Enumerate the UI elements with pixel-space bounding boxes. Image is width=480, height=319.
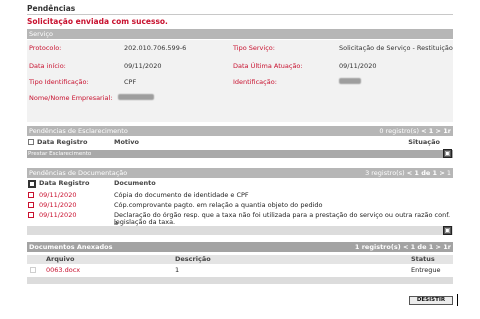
servico-header: Serviço: [27, 29, 453, 39]
row-date-link[interactable]: 09/11/2020: [39, 211, 76, 219]
esclarecimento-col-motivo: Motivo: [114, 138, 139, 146]
anexados-pager: 1 registro(s) < 1 de 1 > 1r: [355, 242, 451, 252]
documentacao-row: 09/11/2020 Cópia do documento de identid…: [27, 191, 453, 200]
anexo-file-link[interactable]: 0063.docx: [46, 266, 80, 274]
row-checkbox[interactable]: [28, 202, 34, 208]
anexados-row: 0063.docx 1 Entregue: [27, 265, 453, 275]
documentacao-header: Pendências de Documentação 3 registro(s)…: [27, 168, 453, 178]
esclarecimento-pager-nav[interactable]: < 1 > 1r: [421, 127, 451, 135]
documentacao-footer: [27, 226, 453, 235]
esclarecimento-header-label: Pendências de Esclarecimento: [29, 127, 128, 135]
nome-label: Nome/Nome Empresarial:: [29, 94, 113, 102]
documentacao-pager: 3 registro(s) < 1 de 1 > 1: [365, 168, 451, 178]
row-checkbox[interactable]: [28, 192, 34, 198]
anexados-col-status: Status: [411, 255, 435, 263]
esclarecimento-col-situacao: Situação: [408, 138, 440, 146]
documentacao-row: 09/11/2020 Cóp.comprovante pagto. em rel…: [27, 201, 453, 210]
page-title: Pendências: [27, 4, 76, 13]
anexados-table-header: Arquivo Descrição Status: [27, 255, 453, 264]
esclarecimento-pager: 0 registro(s) < 1 > 1r: [379, 126, 451, 136]
row-checkbox[interactable]: [30, 267, 36, 273]
documentacao-col-data: Data Registro: [39, 179, 90, 187]
anexados-pager-nav[interactable]: < 1 de 1 >: [403, 243, 441, 251]
esclarecimento-header: Pendências de Esclarecimento 0 registro(…: [27, 126, 453, 136]
identificacao-redacted: [339, 78, 361, 84]
identificacao-label: Identificação:: [233, 78, 277, 86]
row-document: Cópia do documento de identidade e CPF: [114, 191, 249, 199]
anexados-pager-extra: 1r: [443, 243, 451, 251]
title-divider: [27, 14, 453, 15]
esclarecimento-pager-count: 0 registro(s): [379, 127, 422, 135]
anexados-col-arquivo: Arquivo: [46, 255, 75, 263]
documentacao-pager-count: 3 registro(s): [365, 169, 405, 177]
protocolo-value: 202.010.706.599-6: [124, 44, 187, 52]
row-document-continuation: legislação da taxa.: [114, 218, 176, 226]
row-checkbox[interactable]: [28, 212, 34, 218]
nome-redacted: [118, 94, 154, 100]
tipo-servico-value: Solicitação de Serviço - Restituição: [339, 44, 453, 52]
anexados-header-label: Documentos Anexados: [29, 243, 113, 251]
data-inicio-label: Data início:: [29, 62, 66, 70]
anexo-status: Entregue: [411, 266, 441, 274]
text-cursor: [457, 294, 458, 306]
anexados-pager-count: 1 registro(s): [354, 243, 401, 251]
tipo-identificacao-label: Tipo Identificação:: [29, 78, 89, 86]
row-date-link[interactable]: 09/11/2020: [39, 201, 76, 209]
tipo-servico-label: Tipo Serviço:: [233, 44, 275, 52]
desistir-button[interactable]: DESISTIR: [409, 296, 453, 305]
documentacao-col-documento: Documento: [114, 179, 156, 187]
servico-header-label: Serviço: [29, 30, 54, 38]
anexados-col-descricao: Descrição: [175, 255, 211, 263]
row-date-link[interactable]: 09/11/2020: [39, 191, 76, 199]
print-icon[interactable]: ▣: [443, 226, 452, 235]
documentacao-header-label: Pendências de Documentação: [29, 169, 128, 177]
row-document: Cóp.comprovante pagto. em relação a quan…: [114, 201, 323, 209]
documentacao-pager-nav[interactable]: < 1 de 1 >: [407, 169, 445, 177]
print-icon[interactable]: ▣: [443, 149, 452, 158]
esclarecimento-select-all-checkbox[interactable]: [28, 139, 34, 145]
data-ultima-value: 09/11/2020: [339, 62, 377, 70]
anexados-header: Documentos Anexados 1 registro(s) < 1 de…: [27, 242, 453, 252]
protocolo-label: Protocolo:: [29, 44, 62, 52]
esclarecimento-table-header: Data Registro Motivo Situação: [27, 138, 453, 147]
documentacao-table-header: Data Registro Documento: [27, 179, 453, 188]
documentacao-row: 09/11/2020 Declaração do órgão resp. que…: [27, 211, 453, 227]
tipo-identificacao-value: CPF: [124, 78, 137, 86]
documentacao-select-all-checkbox[interactable]: [28, 180, 36, 188]
success-message: Solicitação enviada com sucesso.: [27, 17, 168, 26]
esclarecimento-col-data: Data Registro: [37, 138, 88, 146]
data-ultima-label: Data Última Atuação:: [233, 62, 303, 70]
prestar-esclarecimento-link[interactable]: Prestar Esclarecimento: [27, 150, 453, 158]
data-inicio-value: 09/11/2020: [124, 62, 162, 70]
documentacao-pager-extra: 1: [446, 169, 451, 177]
anexados-footer: [27, 277, 453, 284]
anexo-descricao: 1: [175, 266, 180, 274]
